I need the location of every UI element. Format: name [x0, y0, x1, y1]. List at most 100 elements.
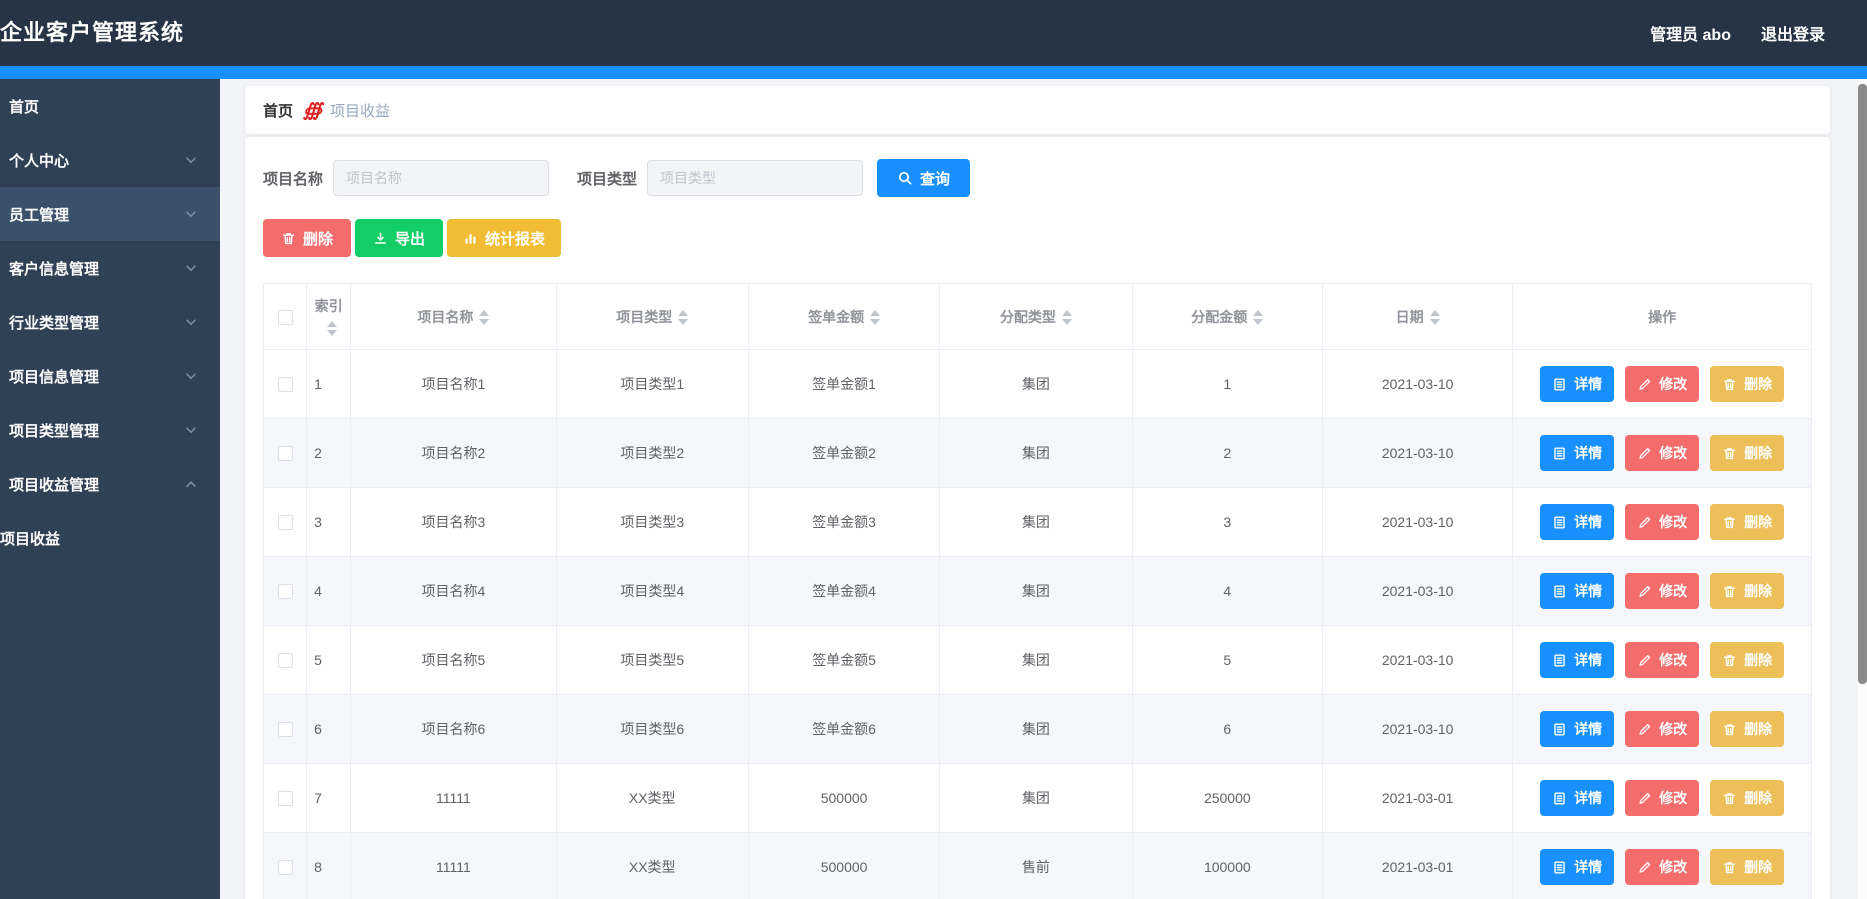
edit-button[interactable]: 修改 [1625, 504, 1700, 540]
cell-sign-amount: 签单金额6 [747, 694, 941, 764]
column-header-2[interactable]: 项目类型 [555, 283, 749, 350]
row-delete-button[interactable]: 删除 [1710, 780, 1785, 816]
sort-caret-icon[interactable] [870, 310, 881, 326]
edit-button[interactable]: 修改 [1625, 780, 1700, 816]
edit-button[interactable]: 修改 [1625, 435, 1700, 471]
cell-index: 7 [306, 763, 352, 833]
row-checkbox[interactable] [277, 791, 293, 807]
sidebar-item-2[interactable]: 员工管理 [0, 187, 220, 241]
cell-project-type: 项目类型4 [555, 556, 749, 626]
row-checkbox[interactable] [277, 377, 293, 393]
sidebar-item-7[interactable]: 项目收益管理 [0, 457, 220, 511]
column-header-label: 分配类型 [999, 308, 1056, 325]
page-scrollbar-track[interactable] [1858, 79, 1867, 899]
row-checkbox[interactable] [277, 515, 293, 531]
detail-button[interactable]: 详情 [1540, 504, 1615, 540]
cell-alloc-type: 集团 [939, 418, 1133, 488]
export-button[interactable]: 导出 [355, 219, 444, 257]
edit-button[interactable]: 修改 [1625, 711, 1700, 747]
sidebar-item-label: 项目收益 [0, 530, 61, 548]
row-checkbox[interactable] [277, 446, 293, 462]
sort-caret-icon[interactable] [1061, 310, 1072, 326]
cell-alloc-amount: 100000 [1131, 832, 1323, 899]
detail-button[interactable]: 详情 [1540, 642, 1615, 678]
row-delete-button[interactable]: 删除 [1710, 849, 1785, 885]
document-icon [1552, 860, 1567, 875]
accent-strip [0, 66, 1867, 79]
detail-button[interactable]: 详情 [1540, 711, 1615, 747]
cell-alloc-amount: 5 [1131, 625, 1323, 695]
delete-button[interactable]: 删除 [263, 219, 352, 257]
edit-button[interactable]: 修改 [1625, 573, 1700, 609]
cell-sign-amount: 签单金额2 [747, 418, 941, 488]
row-checkbox[interactable] [277, 722, 293, 738]
breadcrumb-home[interactable]: 首页 [263, 100, 293, 121]
column-header-label: 日期 [1395, 308, 1424, 325]
page-scrollbar-thumb[interactable] [1858, 84, 1867, 684]
project-type-input[interactable] [647, 160, 864, 196]
detail-button[interactable]: 详情 [1540, 780, 1615, 816]
sidebar-item-0[interactable]: 首页 [0, 79, 220, 133]
cell-sign-amount: 签单金额5 [747, 625, 941, 695]
query-button[interactable]: 查询 [877, 159, 971, 197]
edit-button[interactable]: 修改 [1625, 849, 1700, 885]
row-delete-button[interactable]: 删除 [1710, 642, 1785, 678]
sidebar-item-5[interactable]: 项目信息管理 [0, 349, 220, 403]
row-actions: 详情 修改 删除 [1514, 849, 1811, 885]
row-checkbox[interactable] [277, 860, 293, 876]
column-header-3[interactable]: 签单金额 [747, 283, 941, 350]
sort-caret-icon[interactable] [1429, 310, 1440, 326]
chevron-down-icon [184, 315, 198, 329]
detail-button-label: 详情 [1574, 652, 1603, 668]
document-icon [1552, 791, 1567, 806]
sort-caret-icon[interactable] [326, 321, 337, 337]
cell-index: 1 [306, 349, 352, 419]
table-row-8: 8 11111 XX类型 500000 售前 100000 2021-03-01 详情 修改 删除 [262, 832, 1812, 899]
trash-icon [1722, 584, 1737, 599]
download-icon [373, 231, 388, 246]
detail-button[interactable]: 详情 [1540, 573, 1615, 609]
sort-caret-icon[interactable] [479, 310, 490, 326]
report-button[interactable]: 统计报表 [447, 219, 562, 257]
toolbar: 删除 导出 统计报表 [263, 219, 1812, 257]
column-header-4[interactable]: 分配类型 [939, 283, 1133, 350]
sort-caret-icon[interactable] [678, 310, 689, 326]
pencil-icon [1637, 584, 1652, 599]
cell-date: 2021-03-10 [1321, 556, 1514, 626]
chevron-down-icon [184, 153, 198, 167]
sort-caret-icon[interactable] [1253, 310, 1264, 326]
column-header-6[interactable]: 日期 [1321, 283, 1514, 350]
row-delete-button[interactable]: 删除 [1710, 711, 1785, 747]
cell-project-type: 项目类型1 [555, 349, 749, 419]
sidebar-item-1[interactable]: 个人中心 [0, 133, 220, 187]
logout-link[interactable]: 退出登录 [1761, 21, 1825, 45]
row-delete-button[interactable]: 删除 [1710, 366, 1785, 402]
sidebar-item-3[interactable]: 客户信息管理 [0, 241, 220, 295]
detail-button[interactable]: 详情 [1540, 366, 1615, 402]
edit-button[interactable]: 修改 [1625, 366, 1700, 402]
row-delete-button[interactable]: 删除 [1710, 573, 1785, 609]
detail-button[interactable]: 详情 [1540, 435, 1615, 471]
document-icon [1552, 653, 1567, 668]
detail-button-label: 详情 [1574, 376, 1603, 392]
sidebar-item-4[interactable]: 行业类型管理 [0, 295, 220, 349]
column-header-label: 索引 [314, 297, 343, 314]
current-user-label[interactable]: 管理员 abo [1650, 21, 1731, 45]
sidebar-subitem-project-income[interactable]: 项目收益 [0, 511, 220, 565]
row-actions: 详情 修改 删除 [1514, 711, 1811, 747]
edit-button[interactable]: 修改 [1625, 642, 1700, 678]
column-header-0[interactable]: 索引 [306, 283, 352, 350]
row-delete-button[interactable]: 删除 [1710, 504, 1785, 540]
sidebar-item-6[interactable]: 项目类型管理 [0, 403, 220, 457]
select-all-checkbox[interactable] [277, 310, 293, 326]
document-icon [1552, 722, 1567, 737]
column-header-1[interactable]: 项目名称 [350, 283, 557, 350]
row-checkbox[interactable] [277, 584, 293, 600]
column-header-5[interactable]: 分配金额 [1131, 283, 1323, 350]
detail-button[interactable]: 详情 [1540, 849, 1615, 885]
breadcrumb-separator-icon: ∰ [303, 99, 322, 121]
edit-button-label: 修改 [1659, 790, 1688, 806]
row-checkbox[interactable] [277, 653, 293, 669]
project-name-input[interactable] [333, 160, 550, 196]
row-delete-button[interactable]: 删除 [1710, 435, 1785, 471]
